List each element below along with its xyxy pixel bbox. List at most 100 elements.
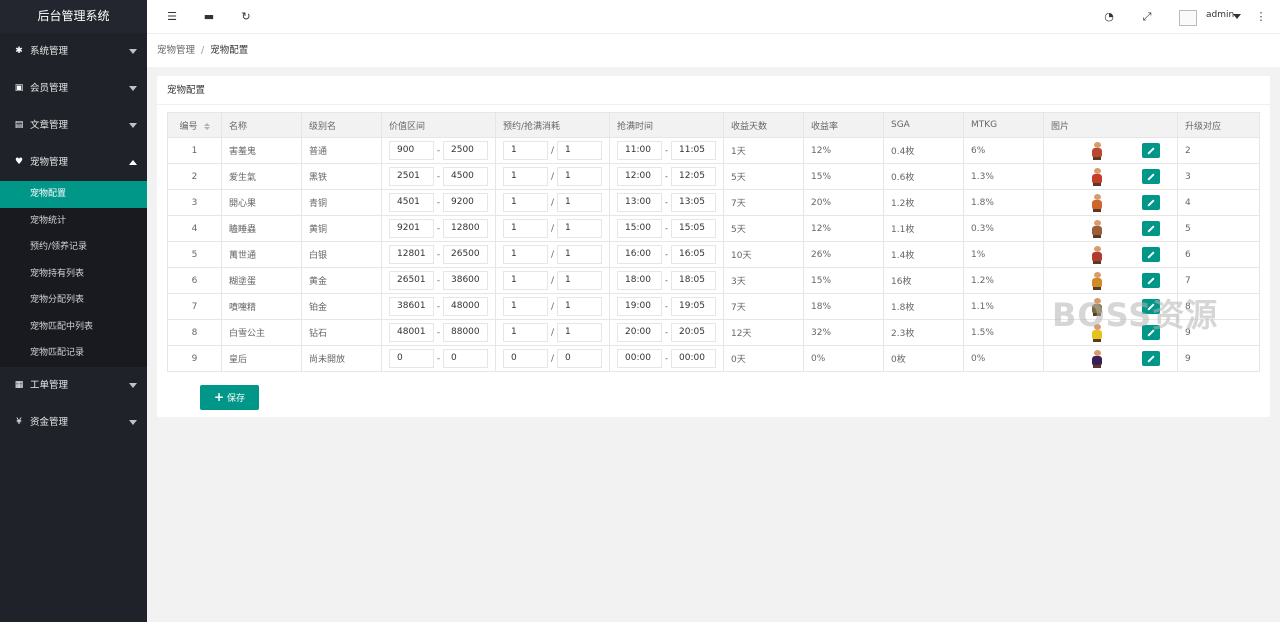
grab-cost-input[interactable]: 1: [557, 245, 602, 264]
table-row: 1 害羞鬼 普通 900-2500 1/1 11:00-11:05 1天 12% 0.4枚 6% 2: [167, 137, 1260, 164]
value-max-input[interactable]: 88000: [443, 323, 488, 342]
cell-sga: 0.4枚: [883, 137, 964, 164]
time-start-input[interactable]: 13:00: [617, 193, 662, 212]
value-min-input[interactable]: 38601: [389, 297, 434, 316]
grab-cost-input[interactable]: 1: [557, 193, 602, 212]
user-name[interactable]: admin: [1206, 10, 1234, 20]
time-end-input[interactable]: 12:05: [671, 167, 716, 186]
edit-button[interactable]: [1142, 143, 1160, 158]
value-max-input[interactable]: 48000: [443, 297, 488, 316]
sidebar-item-pet-holdings[interactable]: 宠物持有列表: [0, 261, 147, 288]
time-end-input[interactable]: 00:00: [671, 349, 716, 368]
sidebar-group-articles[interactable]: ▤ 文章管理: [0, 107, 147, 144]
reserve-cost-input[interactable]: 1: [503, 167, 548, 186]
time-start-input[interactable]: 00:00: [617, 349, 662, 368]
value-max-input[interactable]: 38600: [443, 271, 488, 290]
reserve-cost-input[interactable]: 1: [503, 141, 548, 160]
value-min-input[interactable]: 0: [389, 349, 434, 368]
save-button[interactable]: + 保存: [200, 385, 259, 410]
grab-cost-input[interactable]: 1: [557, 141, 602, 160]
reserve-cost-input[interactable]: 0: [503, 349, 548, 368]
reserve-cost-input[interactable]: 1: [503, 297, 548, 316]
avatar[interactable]: [1179, 10, 1197, 26]
sidebar-item-pet-matching[interactable]: 宠物匹配中列表: [0, 314, 147, 341]
time-start-input[interactable]: 12:00: [617, 167, 662, 186]
value-max-input[interactable]: 2500: [443, 141, 488, 160]
time-start-input[interactable]: 18:00: [617, 271, 662, 290]
sidebar-group-pets[interactable]: ♥ 宠物管理: [0, 144, 147, 181]
cell-mtkg: 0%: [963, 345, 1044, 372]
refresh-icon[interactable]: ↻: [238, 9, 254, 25]
sidebar-item-match-records[interactable]: 宠物匹配记录: [0, 340, 147, 367]
grab-cost-input[interactable]: 1: [557, 167, 602, 186]
value-min-input[interactable]: 12801: [389, 245, 434, 264]
time-end-input[interactable]: 13:05: [671, 193, 716, 212]
value-max-input[interactable]: 12800: [443, 219, 488, 238]
value-min-input[interactable]: 900: [389, 141, 434, 160]
value-max-input[interactable]: 9200: [443, 193, 488, 212]
sidebar-item-pet-allocation[interactable]: 宠物分配列表: [0, 287, 147, 314]
col-id[interactable]: 编号: [167, 112, 222, 138]
menu-fold-icon[interactable]: ☰: [164, 9, 180, 25]
time-start-input[interactable]: 20:00: [617, 323, 662, 342]
cell-mtkg: 1.2%: [963, 267, 1044, 294]
cell-upgrade: 2: [1177, 137, 1260, 164]
time-end-input[interactable]: 11:05: [671, 141, 716, 160]
sidebar-item-pet-stats[interactable]: 宠物统计: [0, 208, 147, 235]
time-start-input[interactable]: 11:00: [617, 141, 662, 160]
cell-days: 7天: [723, 293, 804, 320]
edit-button[interactable]: [1142, 247, 1160, 262]
reserve-cost-input[interactable]: 1: [503, 271, 548, 290]
grab-cost-input[interactable]: 1: [557, 297, 602, 316]
sidebar-item-adoption-records[interactable]: 预约/领养记录: [0, 234, 147, 261]
time-start-input[interactable]: 19:00: [617, 297, 662, 316]
more-vertical-icon[interactable]: ⋮: [1253, 9, 1269, 25]
cell-rate: 12%: [803, 215, 884, 242]
edit-button[interactable]: [1142, 195, 1160, 210]
time-end-input[interactable]: 15:05: [671, 219, 716, 238]
reserve-cost-input[interactable]: 1: [503, 219, 548, 238]
grab-cost-input[interactable]: 1: [557, 219, 602, 238]
value-min-input[interactable]: 9201: [389, 219, 434, 238]
reserve-cost-input[interactable]: 1: [503, 245, 548, 264]
grab-cost-input[interactable]: 1: [557, 323, 602, 342]
edit-button[interactable]: [1142, 351, 1160, 366]
card-title: 宠物配置: [157, 76, 1270, 105]
value-min-input[interactable]: 48001: [389, 323, 434, 342]
value-max-input[interactable]: 0: [443, 349, 488, 368]
sidebar-group-system[interactable]: ✱ 系统管理: [0, 33, 147, 70]
dashboard-icon[interactable]: ◔: [1101, 9, 1117, 25]
edit-button[interactable]: [1142, 169, 1160, 184]
breadcrumb-parent[interactable]: 宠物管理: [157, 45, 195, 56]
reserve-cost-input[interactable]: 1: [503, 193, 548, 212]
value-max-input[interactable]: 26500: [443, 245, 488, 264]
time-end-input[interactable]: 18:05: [671, 271, 716, 290]
time-end-input[interactable]: 19:05: [671, 297, 716, 316]
fullscreen-icon[interactable]: ⤢: [1139, 9, 1155, 25]
message-icon[interactable]: ▬: [201, 9, 217, 25]
edit-button[interactable]: [1142, 273, 1160, 288]
cell-mtkg: 0.3%: [963, 215, 1044, 242]
sidebar-group-tickets[interactable]: ▦ 工单管理: [0, 367, 147, 404]
value-min-input[interactable]: 26501: [389, 271, 434, 290]
chevron-up-icon: [129, 160, 137, 165]
time-start-input[interactable]: 16:00: [617, 245, 662, 264]
chevron-down-icon[interactable]: [1233, 14, 1241, 19]
sidebar-group-funds[interactable]: ¥ 资金管理: [0, 404, 147, 441]
reserve-cost-input[interactable]: 1: [503, 323, 548, 342]
sidebar-group-members[interactable]: ▣ 会员管理: [0, 70, 147, 107]
value-max-input[interactable]: 4500: [443, 167, 488, 186]
value-min-input[interactable]: 4501: [389, 193, 434, 212]
sidebar-item-pet-config[interactable]: 宠物配置: [0, 181, 147, 208]
cell-grab-time: 19:00-19:05: [609, 293, 724, 320]
value-min-input[interactable]: 2501: [389, 167, 434, 186]
grab-cost-input[interactable]: 1: [557, 271, 602, 290]
cell-sga: 16枚: [883, 267, 964, 294]
time-end-input[interactable]: 16:05: [671, 245, 716, 264]
grab-cost-input[interactable]: 0: [557, 349, 602, 368]
col-grab-time: 抢满时间: [609, 112, 724, 138]
sort-icon[interactable]: [203, 122, 210, 130]
edit-button[interactable]: [1142, 221, 1160, 236]
time-start-input[interactable]: 15:00: [617, 219, 662, 238]
time-end-input[interactable]: 20:05: [671, 323, 716, 342]
